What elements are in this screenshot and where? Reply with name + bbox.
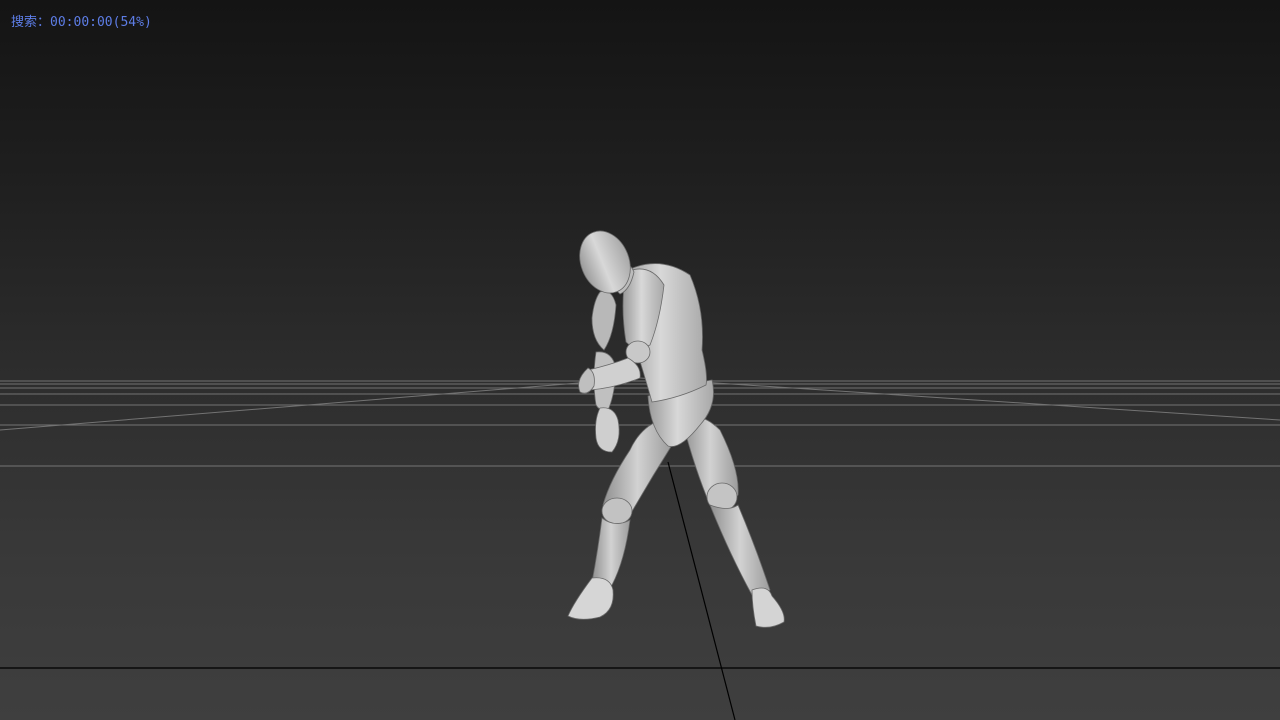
mannequin-right-foot [751,587,785,628]
viewport-status-readout: 搜索：00:00:00(54%) [11,11,152,30]
scene-canvas[interactable] [0,0,1280,720]
mannequin-right-shin [709,504,771,598]
status-time: 00:00:00 [50,15,113,30]
mannequin-left-hand [595,407,620,453]
viewport-3d[interactable]: 搜索：00:00:00(54%) [0,0,1280,720]
mannequin-right-hand [578,367,595,394]
mannequin-left-foot [567,577,614,620]
mannequin-left-knee [601,497,633,525]
mannequin-left-shin [591,517,631,587]
ground-axis-lines [0,461,1280,720]
mannequin-left-upper-arm [591,290,617,351]
status-label: 搜索： [11,15,51,30]
status-percent: (54%) [112,15,152,30]
